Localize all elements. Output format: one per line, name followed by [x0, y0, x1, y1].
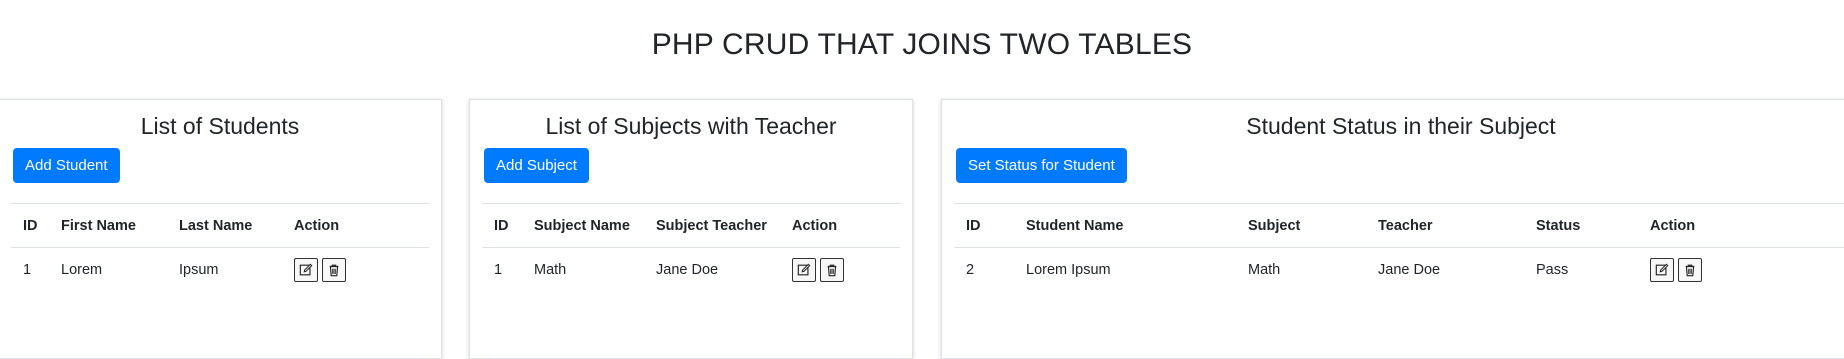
students-card: List of Students Add Student ID First Na… — [0, 99, 442, 359]
edit-status-button[interactable] — [1650, 258, 1674, 282]
trash-icon — [329, 264, 339, 277]
status-id: 2 — [966, 262, 975, 278]
subject-teacher: Jane Doe — [656, 262, 719, 278]
row-actions — [780, 248, 900, 293]
add-subject-button[interactable]: Add Subject — [484, 148, 589, 183]
page-title: PHP CRUD THAT JOINS TWO TABLES — [651, 28, 1193, 61]
column-header-subject-teacher: Subject Teacher — [644, 203, 780, 248]
subjects-card-title: List of Subjects with Teacher — [545, 113, 837, 139]
students-table: ID First Name Last Name Action 1 Lorem I… — [11, 203, 429, 292]
subject-name: Math — [534, 262, 567, 278]
column-header-subject-name: Subject Name — [522, 203, 644, 248]
column-header-last-name: Last Name — [167, 203, 282, 248]
add-student-button[interactable]: Add Student — [13, 148, 120, 183]
column-header-action: Action — [282, 203, 429, 248]
status-table: ID Student Name Subject Teacher Status A… — [954, 203, 1844, 292]
table-row: 1 Lorem Ipsum — [11, 248, 429, 293]
status-subject: Math — [1248, 262, 1281, 278]
delete-status-button[interactable] — [1678, 258, 1702, 282]
row-actions — [282, 248, 429, 293]
edit-icon — [797, 263, 811, 276]
subjects-card: List of Subjects with Teacher Add Subjec… — [469, 99, 913, 359]
set-status-button[interactable]: Set Status for Student — [956, 148, 1127, 183]
column-header-teacher: Teacher — [1366, 203, 1524, 248]
row-actions — [1638, 248, 1844, 293]
status-card: Student Status in their Subject Set Stat… — [941, 99, 1844, 359]
edit-icon — [299, 263, 313, 276]
status-value: Pass — [1536, 262, 1569, 278]
student-id: 1 — [23, 262, 32, 278]
edit-icon — [1655, 263, 1669, 276]
column-header-subject: Subject — [1236, 203, 1366, 248]
table-header-row: ID Subject Name Subject Teacher Action — [482, 203, 900, 248]
status-card-title: Student Status in their Subject — [1246, 113, 1556, 139]
student-last-name: Ipsum — [179, 262, 219, 278]
subject-id: 1 — [494, 262, 503, 278]
column-header-first-name: First Name — [49, 203, 167, 248]
table-row: 1 Math Jane Doe — [482, 248, 900, 293]
column-header-action: Action — [1638, 203, 1844, 248]
edit-subject-button[interactable] — [792, 258, 816, 282]
column-header-student-name: Student Name — [1014, 203, 1236, 248]
column-header-status: Status — [1524, 203, 1638, 248]
table-header-row: ID Student Name Subject Teacher Status A… — [954, 203, 1844, 248]
student-first-name: Lorem — [61, 262, 103, 278]
status-teacher: Jane Doe — [1378, 262, 1441, 278]
delete-student-button[interactable] — [322, 258, 346, 282]
trash-icon — [827, 264, 837, 277]
column-header-action: Action — [780, 203, 900, 248]
column-header-id: ID — [482, 203, 522, 248]
edit-student-button[interactable] — [294, 258, 318, 282]
status-student-name: Lorem Ipsum — [1026, 262, 1111, 278]
column-header-id: ID — [954, 203, 1014, 248]
column-header-id: ID — [11, 203, 49, 248]
subjects-table: ID Subject Name Subject Teacher Action 1… — [482, 203, 900, 292]
trash-icon — [1685, 264, 1695, 277]
students-card-title: List of Students — [140, 113, 300, 139]
delete-subject-button[interactable] — [820, 258, 844, 282]
table-header-row: ID First Name Last Name Action — [11, 203, 429, 248]
table-row: 2 Lorem Ipsum Math Jane Doe Pass — [954, 248, 1844, 293]
